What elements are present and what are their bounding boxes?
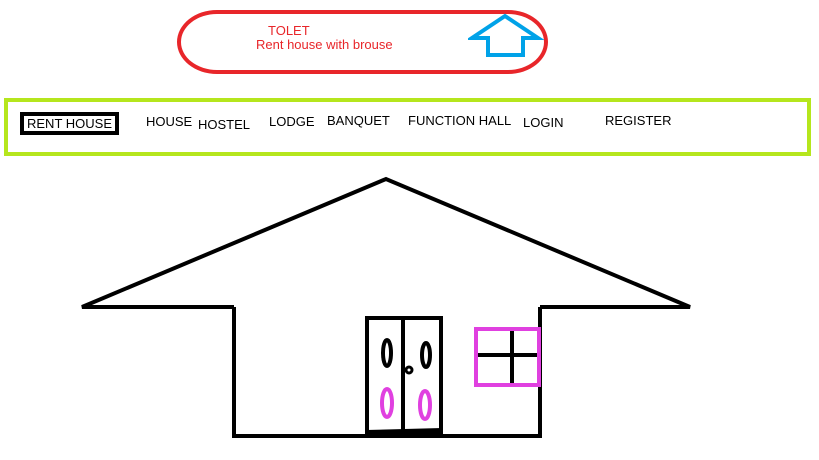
door-knob	[404, 365, 414, 375]
window	[474, 327, 541, 387]
door-handle-top-left	[381, 338, 393, 368]
door	[365, 316, 443, 436]
roof-outline	[81, 176, 691, 309]
door-handle-bottom-left	[380, 387, 394, 419]
door-handle-bottom-right	[418, 389, 432, 421]
door-handle-top-right	[420, 341, 432, 369]
house-icon	[81, 176, 691, 438]
